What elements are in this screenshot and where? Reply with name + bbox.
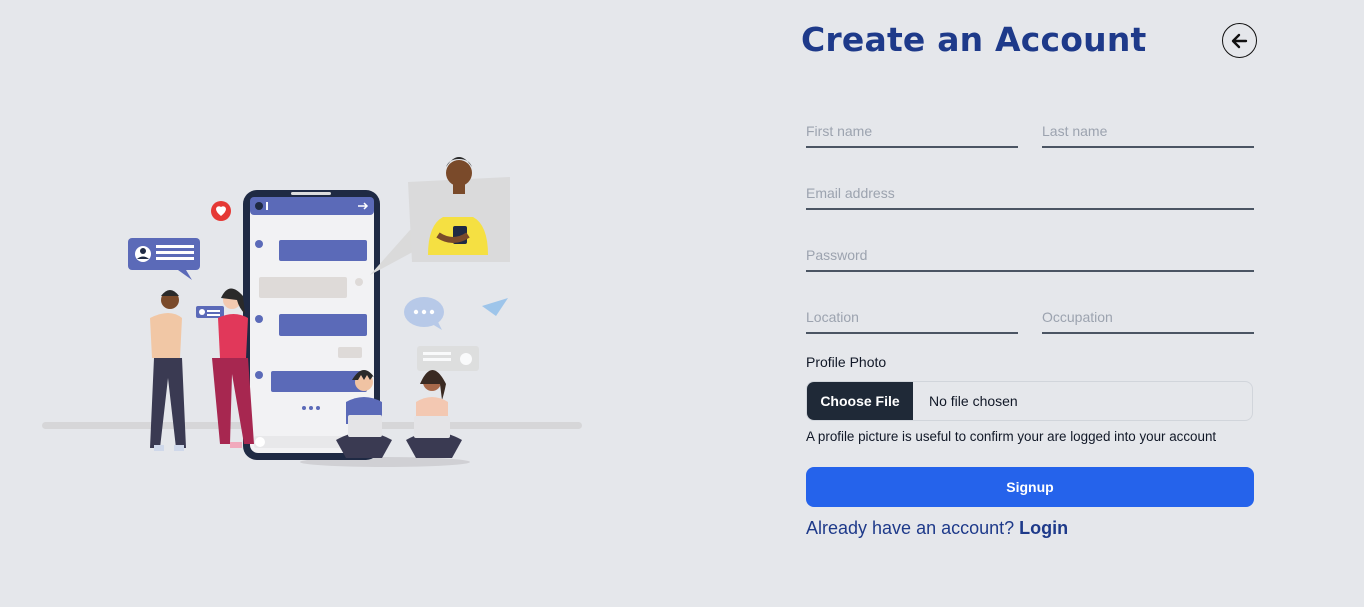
- email-field: [806, 170, 1254, 210]
- login-prompt-text: Already have an account?: [806, 518, 1015, 538]
- sitting-woman: [406, 370, 462, 458]
- login-prompt: Already have an account? Login: [806, 518, 1068, 539]
- page-title: Create an Account: [801, 20, 1147, 59]
- signup-form: Create an Account Profile Photo Choose F…: [800, 0, 1260, 607]
- location-input[interactable]: [806, 294, 1018, 332]
- last-name-field: [1042, 108, 1254, 148]
- file-status-text: No file chosen: [929, 393, 1018, 409]
- choose-file-button[interactable]: Choose File: [807, 382, 913, 420]
- signup-button[interactable]: Signup: [806, 467, 1254, 507]
- profile-bubble: [128, 238, 200, 280]
- video-call-panel: [370, 157, 510, 275]
- typing-bubble: [404, 297, 444, 330]
- password-input[interactable]: [806, 232, 1254, 270]
- occupation-input[interactable]: [1042, 294, 1254, 332]
- paper-plane-icon: [482, 298, 508, 316]
- login-link[interactable]: Login: [1019, 518, 1068, 538]
- last-name-input[interactable]: [1042, 108, 1254, 146]
- password-field: [806, 232, 1254, 272]
- first-name-input[interactable]: [806, 108, 1018, 146]
- back-button[interactable]: [1222, 23, 1257, 58]
- location-field: [806, 294, 1018, 334]
- profile-photo-label: Profile Photo: [806, 354, 887, 370]
- profile-photo-file-input[interactable]: Choose File No file chosen: [806, 381, 1253, 421]
- profile-photo-helper-text: A profile picture is useful to confirm y…: [806, 429, 1217, 444]
- arrow-left-icon: [1231, 33, 1247, 48]
- first-name-field: [806, 108, 1018, 148]
- social-chat-illustration: [42, 157, 582, 467]
- occupation-field: [1042, 294, 1254, 334]
- email-input[interactable]: [806, 170, 1254, 208]
